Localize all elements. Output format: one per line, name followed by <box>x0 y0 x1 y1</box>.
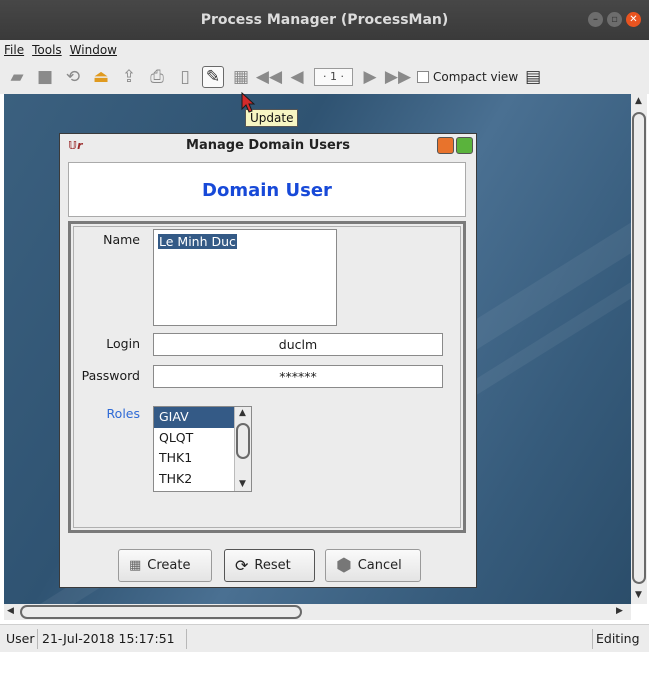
edit-icon[interactable]: ✎ <box>202 66 224 88</box>
previous-page-icon[interactable]: ◀ <box>286 66 308 88</box>
table-add-icon: ▦ <box>129 558 142 573</box>
login-label: Login <box>106 336 140 351</box>
cancel-button[interactable]: ⬢ Cancel <box>325 549 421 582</box>
reset-button[interactable]: ⟳ Reset <box>224 549 315 582</box>
dialog-maximize-icon[interactable] <box>456 137 473 154</box>
roles-scroll-thumb[interactable] <box>236 423 250 459</box>
compact-view-label: Compact view <box>433 70 519 84</box>
password-label: Password <box>81 368 140 383</box>
new-document-icon[interactable]: ▯ <box>174 66 196 88</box>
roles-scrollbar[interactable]: ▲ ▼ <box>234 407 251 491</box>
dialog-heading: Domain User <box>68 162 466 217</box>
user-form-panel: Name Le Minh Duc Login duclm Password **… <box>68 221 466 533</box>
dialog-minimize-icon[interactable] <box>437 137 454 154</box>
roles-scroll-up-icon[interactable]: ▲ <box>239 408 246 418</box>
folder-icon[interactable]: ▰ <box>6 66 28 88</box>
vertical-scrollbar[interactable]: ▲ ▼ <box>631 94 647 604</box>
reset-button-label: Reset <box>254 558 291 573</box>
menu-tools[interactable]: Tools <box>32 40 62 60</box>
export-icon[interactable]: ⇪ <box>118 66 140 88</box>
status-bar: User 21-Jul-2018 15:17:51 Editing <box>0 624 649 652</box>
roles-label: Roles <box>106 406 140 421</box>
login-field[interactable]: duclm <box>153 333 443 356</box>
roles-scroll-down-icon[interactable]: ▼ <box>239 479 246 489</box>
compact-view-checkbox[interactable] <box>417 71 429 83</box>
close-icon[interactable]: ✕ <box>626 12 641 27</box>
roles-list[interactable]: GIAV QLQT THK1 THK2 ▲ ▼ <box>153 406 252 492</box>
minimize-icon[interactable]: – <box>588 12 603 27</box>
mouse-cursor-icon <box>241 91 256 113</box>
scroll-icon[interactable]: ▤ <box>522 66 544 88</box>
app-logo-icon: 𝕌r <box>68 139 83 152</box>
list-item[interactable]: GIAV <box>154 407 234 428</box>
name-field[interactable]: Le Minh Duc <box>153 229 337 326</box>
dialog-titlebar: 𝕌r Manage Domain Users <box>60 134 476 157</box>
horizontal-scroll-thumb[interactable] <box>20 605 302 619</box>
reset-icon: ⟳ <box>235 556 249 575</box>
window-title: Process Manager (ProcessMan) <box>200 12 449 28</box>
refresh-icon[interactable]: ⟲ <box>62 66 84 88</box>
first-page-icon[interactable]: ◀◀ <box>256 66 282 88</box>
copy-icon[interactable]: ■ <box>34 66 56 88</box>
scroll-up-icon[interactable]: ▲ <box>635 96 642 106</box>
name-label: Name <box>103 232 140 247</box>
status-datetime: 21-Jul-2018 15:17:51 <box>42 631 175 646</box>
manage-domain-users-dialog: 𝕌r Manage Domain Users Domain User Name … <box>59 133 477 588</box>
cancel-button-label: Cancel <box>357 558 402 573</box>
print-icon[interactable]: ⎙ <box>146 66 168 88</box>
scroll-down-icon[interactable]: ▼ <box>635 590 642 600</box>
window-titlebar: Process Manager (ProcessMan) – ▫ ✕ <box>0 0 649 40</box>
menu-window[interactable]: Window <box>70 40 117 60</box>
password-field[interactable]: ****** <box>153 365 443 388</box>
menubar: File Tools Window <box>0 40 649 60</box>
maximize-icon[interactable]: ▫ <box>607 12 622 27</box>
stop-icon: ⬢ <box>336 555 352 576</box>
name-value: Le Minh Duc <box>158 234 237 249</box>
upload-icon[interactable]: ⏏ <box>90 66 112 88</box>
horizontal-scrollbar[interactable]: ◀ ▶ <box>4 604 631 620</box>
create-button-label: Create <box>147 558 191 573</box>
status-user: User <box>6 631 35 646</box>
scroll-right-icon[interactable]: ▶ <box>616 606 623 616</box>
dialog-title: Manage Domain Users <box>186 138 350 153</box>
next-page-icon[interactable]: ▶ <box>359 66 381 88</box>
vertical-scroll-thumb[interactable] <box>632 112 646 584</box>
compact-view-toggle[interactable]: Compact view ▤ <box>417 66 544 88</box>
menu-file[interactable]: File <box>4 40 24 60</box>
scroll-left-icon[interactable]: ◀ <box>7 606 14 616</box>
status-mode: Editing <box>596 631 640 646</box>
table-icon[interactable]: ▦ <box>230 66 252 88</box>
toolbar: ▰ ■ ⟲ ⏏ ⇪ ⎙ ▯ ✎ ▦ ◀◀ ◀ · 1 · ▶ ▶▶ Compac… <box>0 60 649 94</box>
page-indicator[interactable]: · 1 · <box>314 68 353 86</box>
create-button[interactable]: ▦ Create <box>118 549 212 582</box>
last-page-icon[interactable]: ▶▶ <box>385 66 411 88</box>
